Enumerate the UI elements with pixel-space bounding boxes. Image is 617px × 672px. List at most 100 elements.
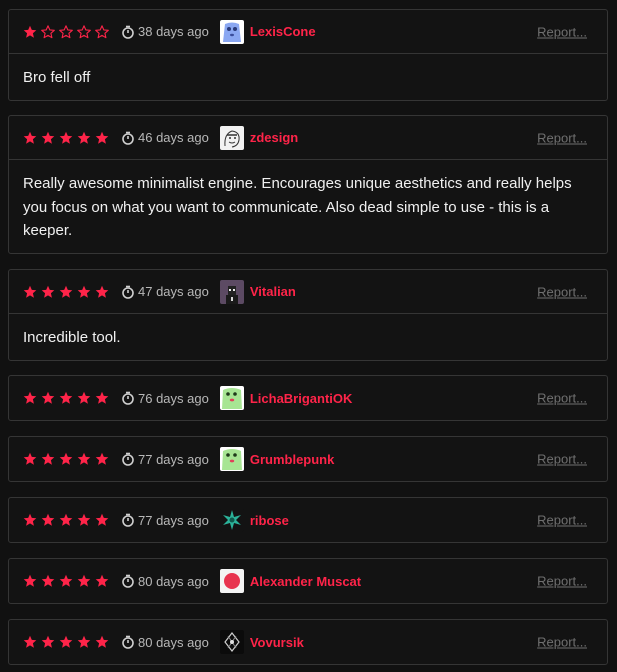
review-time-text: 80 days ago <box>138 573 209 589</box>
teal-flower-avatar[interactable] <box>219 508 244 532</box>
report-link[interactable]: Report... <box>537 452 587 467</box>
review-time: 38 days ago <box>121 24 209 39</box>
review-card: 47 days ago Vitalian Report... Incredibl… <box>8 269 608 361</box>
green-blob-avatar[interactable] <box>219 447 244 471</box>
star-filled-icon <box>95 391 109 404</box>
star-filled-icon <box>23 285 37 298</box>
star-filled-icon <box>59 131 73 144</box>
star-filled-icon <box>77 391 91 404</box>
stopwatch-icon <box>122 285 134 299</box>
review-time: 47 days ago <box>121 284 209 299</box>
star-rating <box>23 452 109 466</box>
username-link[interactable]: zdesign <box>250 130 298 145</box>
report-link[interactable]: Report... <box>537 391 587 406</box>
star-filled-icon <box>41 513 55 526</box>
star-filled-icon <box>59 635 73 648</box>
stopwatch-icon <box>122 513 134 527</box>
star-filled-icon <box>77 285 91 298</box>
username-link[interactable]: ribose <box>250 513 289 528</box>
review-header: 80 days ago Vovursik Report... <box>9 620 607 664</box>
star-empty-icon <box>59 24 73 38</box>
stopwatch-icon <box>122 452 134 466</box>
review-header: 77 days ago ribose Report... <box>9 498 607 542</box>
star-filled-icon <box>23 452 37 465</box>
star-filled-icon <box>59 391 73 404</box>
star-filled-icon <box>77 131 91 144</box>
stopwatch-icon <box>122 635 134 649</box>
blue-blob-avatar[interactable] <box>219 19 244 44</box>
star-filled-icon <box>23 574 37 587</box>
review-time-text: 46 days ago <box>138 130 209 145</box>
star-filled-icon <box>41 574 55 587</box>
report-link[interactable]: Report... <box>537 284 587 299</box>
star-filled-icon <box>23 391 37 404</box>
star-filled-icon <box>23 513 37 526</box>
review-card: 77 days ago Grumblepunk Report... <box>8 436 608 482</box>
star-filled-icon <box>41 391 55 404</box>
star-filled-icon <box>59 513 73 526</box>
dark-figure-avatar[interactable] <box>219 279 244 304</box>
review-time-text: 80 days ago <box>138 634 209 650</box>
username-link[interactable]: Vitalian <box>250 284 296 299</box>
username-link[interactable]: Vovursik <box>250 635 304 650</box>
review-body: Really awesome minimalist engine. Encour… <box>23 175 572 239</box>
star-filled-icon <box>77 513 91 526</box>
review-header: 77 days ago Grumblepunk Report... <box>9 437 607 481</box>
star-filled-icon <box>23 635 37 648</box>
star-rating <box>23 391 109 405</box>
star-filled-icon <box>77 452 91 465</box>
stopwatch-icon <box>122 25 134 39</box>
report-link[interactable]: Report... <box>537 130 587 145</box>
report-link[interactable]: Report... <box>537 513 587 528</box>
star-filled-icon <box>41 635 55 648</box>
review-card: 76 days ago LichaBrigantiOK Report... <box>8 375 608 421</box>
star-filled-icon <box>95 131 109 144</box>
star-empty-icon <box>77 24 91 38</box>
username-link[interactable]: LichaBrigantiOK <box>250 391 353 406</box>
dark-emblem-avatar[interactable] <box>219 630 244 654</box>
review-time: 77 days ago <box>121 452 209 467</box>
review-body: Bro fell off <box>23 69 91 86</box>
green-blob-avatar[interactable] <box>219 386 244 410</box>
username-link[interactable]: Grumblepunk <box>250 452 335 467</box>
star-rating <box>23 635 109 649</box>
review-card: 46 days ago zdesign Report... Really awe… <box>8 115 608 254</box>
review-header: 38 days ago LexisCone Report... <box>9 10 607 54</box>
report-link[interactable]: Report... <box>537 24 587 39</box>
review-time: 46 days ago <box>121 130 209 145</box>
review-header: 80 days ago Alexander Muscat Report... <box>9 559 607 603</box>
review-card: 77 days ago ribose Report... <box>8 497 608 543</box>
red-circle-avatar[interactable] <box>219 569 244 593</box>
star-empty-icon <box>95 24 109 38</box>
star-filled-icon <box>41 452 55 465</box>
review-time-text: 77 days ago <box>138 451 209 467</box>
star-rating <box>23 285 109 299</box>
review-card: 80 days ago Vovursik Report... <box>8 619 608 665</box>
review-time-text: 76 days ago <box>138 390 209 406</box>
star-filled-icon <box>95 452 109 465</box>
review-time-text: 38 days ago <box>138 24 209 39</box>
star-filled-icon <box>23 25 37 38</box>
report-link[interactable]: Report... <box>537 574 587 589</box>
review-time: 80 days ago <box>121 574 209 589</box>
report-link[interactable]: Report... <box>537 635 587 650</box>
star-filled-icon <box>41 285 55 298</box>
star-rating <box>23 574 109 588</box>
star-empty-icon <box>41 24 55 38</box>
username-link[interactable]: Alexander Muscat <box>250 574 361 589</box>
star-filled-icon <box>23 131 37 144</box>
review-time: 80 days ago <box>121 635 209 650</box>
star-filled-icon <box>59 452 73 465</box>
star-filled-icon <box>95 574 109 587</box>
star-filled-icon <box>95 635 109 648</box>
star-filled-icon <box>95 285 109 298</box>
star-filled-icon <box>59 285 73 298</box>
review-time: 76 days ago <box>121 391 209 406</box>
review-header: 76 days ago LichaBrigantiOK Report... <box>9 376 607 420</box>
username-link[interactable]: LexisCone <box>250 24 316 39</box>
star-filled-icon <box>77 635 91 648</box>
review-header: 46 days ago zdesign Report... <box>9 116 607 160</box>
star-filled-icon <box>41 131 55 144</box>
stopwatch-icon <box>122 131 134 145</box>
sketch-face-avatar[interactable] <box>219 125 244 150</box>
